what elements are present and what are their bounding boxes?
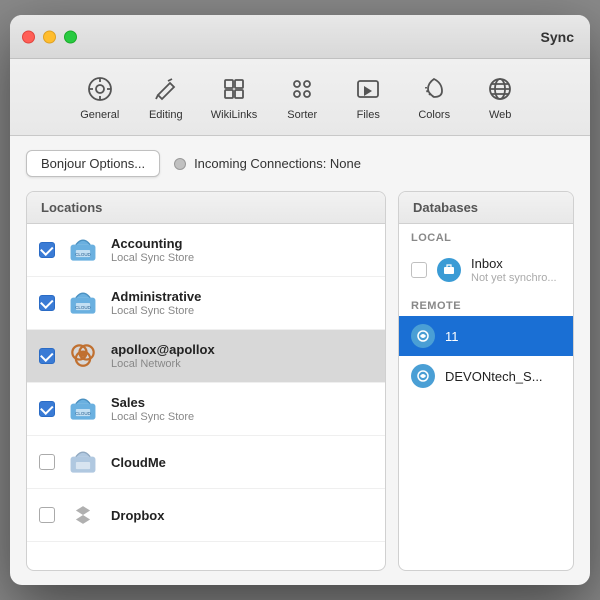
cloudme-name: CloudMe <box>111 455 166 470</box>
toolbar-item-colors[interactable]: Colors <box>403 67 465 127</box>
sales-info: Sales Local Sync Store <box>111 395 194 423</box>
toolbar-item-editing[interactable]: Editing <box>135 67 197 127</box>
databases-header: Databases <box>399 192 573 224</box>
general-icon <box>84 73 116 105</box>
toolbar-item-sorter[interactable]: Sorter <box>271 67 333 127</box>
toolbar-item-wikilinks[interactable]: WikiLinks <box>201 67 267 127</box>
titlebar: Sync <box>10 15 590 59</box>
topbar: Bonjour Options... Incoming Connections:… <box>26 150 574 177</box>
toolbar-item-web[interactable]: Web <box>469 67 531 127</box>
db-item-devontech[interactable]: DEVONtech_S... <box>399 356 573 396</box>
main-window: Sync General <box>10 15 590 585</box>
administrative-checkbox[interactable] <box>39 295 55 311</box>
content-area: Bonjour Options... Incoming Connections:… <box>10 136 590 585</box>
cloudme-icon <box>65 444 101 480</box>
svg-text:CLOUD: CLOUD <box>75 305 91 310</box>
minimize-button[interactable] <box>43 30 56 43</box>
dropbox-icon <box>65 497 101 533</box>
administrative-info: Administrative Local Sync Store <box>111 289 201 317</box>
location-item-administrative[interactable]: CLOUD Administrative Local Sync Store <box>27 277 385 330</box>
general-label: General <box>80 109 119 121</box>
item-11-icon <box>411 324 435 348</box>
cloudme-checkbox[interactable] <box>39 454 55 470</box>
location-item-accounting[interactable]: CLOUD Accounting Local Sync Store <box>27 224 385 277</box>
editing-label: Editing <box>149 109 183 121</box>
accounting-sub: Local Sync Store <box>111 252 194 264</box>
location-item-dropbox[interactable]: Dropbox <box>27 489 385 542</box>
status-text: Incoming Connections: None <box>194 156 361 171</box>
accounting-info: Accounting Local Sync Store <box>111 236 194 264</box>
db-item-inbox[interactable]: Inbox Not yet synchro... <box>399 248 573 292</box>
accounting-name: Accounting <box>111 236 194 251</box>
colors-icon <box>418 73 450 105</box>
accounting-checkbox[interactable] <box>39 242 55 258</box>
local-section-label: LOCAL <box>399 224 573 248</box>
item-11-name: 11 <box>445 329 459 344</box>
inbox-checkbox[interactable] <box>411 262 427 278</box>
apollox-info: apollox@apollox Local Network <box>111 342 215 370</box>
cloudme-info: CloudMe <box>111 455 166 470</box>
sales-checkbox[interactable] <box>39 401 55 417</box>
location-item-apollox[interactable]: apollox@apollox Local Network <box>27 330 385 383</box>
locations-panel: Locations CLOUD <box>26 191 386 571</box>
colors-label: Colors <box>418 109 450 121</box>
dropbox-checkbox[interactable] <box>39 507 55 523</box>
accounting-icon: CLOUD <box>65 232 101 268</box>
maximize-button[interactable] <box>64 30 77 43</box>
sales-name: Sales <box>111 395 194 410</box>
toolbar-item-general[interactable]: General <box>69 67 131 127</box>
administrative-sub: Local Sync Store <box>111 305 201 317</box>
close-button[interactable] <box>22 30 35 43</box>
status-dot <box>174 158 186 170</box>
apollox-name: apollox@apollox <box>111 342 215 357</box>
locations-header: Locations <box>27 192 385 224</box>
bonjour-button[interactable]: Bonjour Options... <box>26 150 160 177</box>
location-item-cloudme[interactable]: CloudMe <box>27 436 385 489</box>
traffic-lights <box>22 30 77 43</box>
status-indicator: Incoming Connections: None <box>174 156 361 171</box>
sorter-label: Sorter <box>287 109 317 121</box>
toolbar-item-files[interactable]: Files <box>337 67 399 127</box>
editing-icon <box>150 73 182 105</box>
svg-text:CLOUD: CLOUD <box>75 252 91 257</box>
databases-panel: Databases LOCAL Inbox Not yet synchro... <box>398 191 574 571</box>
devontech-icon <box>411 364 435 388</box>
remote-section-label: REMOTE <box>399 292 573 316</box>
apollox-sub: Local Network <box>111 358 215 370</box>
wikilinks-icon <box>218 73 250 105</box>
panels: Locations CLOUD <box>26 191 574 571</box>
inbox-info: Inbox Not yet synchro... <box>471 256 557 284</box>
location-item-sales[interactable]: CLOUD Sales Local Sync Store <box>27 383 385 436</box>
devontech-name: DEVONtech_S... <box>445 369 543 384</box>
svg-text:CLOUD: CLOUD <box>75 411 91 416</box>
wikilinks-label: WikiLinks <box>211 109 257 121</box>
apollox-checkbox[interactable] <box>39 348 55 364</box>
inbox-sub: Not yet synchro... <box>471 272 557 284</box>
apollox-icon <box>65 338 101 374</box>
files-label: Files <box>357 109 380 121</box>
toolbar: General Editing WikiLinks <box>10 59 590 136</box>
location-list: CLOUD Accounting Local Sync Store <box>27 224 385 570</box>
administrative-name: Administrative <box>111 289 201 304</box>
sorter-icon <box>286 73 318 105</box>
administrative-icon: CLOUD <box>65 285 101 321</box>
sales-sub: Local Sync Store <box>111 411 194 423</box>
inbox-icon <box>437 258 461 282</box>
inbox-name: Inbox <box>471 256 557 271</box>
dropbox-info: Dropbox <box>111 508 164 523</box>
web-label: Web <box>489 109 511 121</box>
window-title: Sync <box>541 29 574 45</box>
files-icon <box>352 73 384 105</box>
dropbox-name: Dropbox <box>111 508 164 523</box>
sales-icon: CLOUD <box>65 391 101 427</box>
web-icon <box>484 73 516 105</box>
db-item-11[interactable]: 11 <box>399 316 573 356</box>
